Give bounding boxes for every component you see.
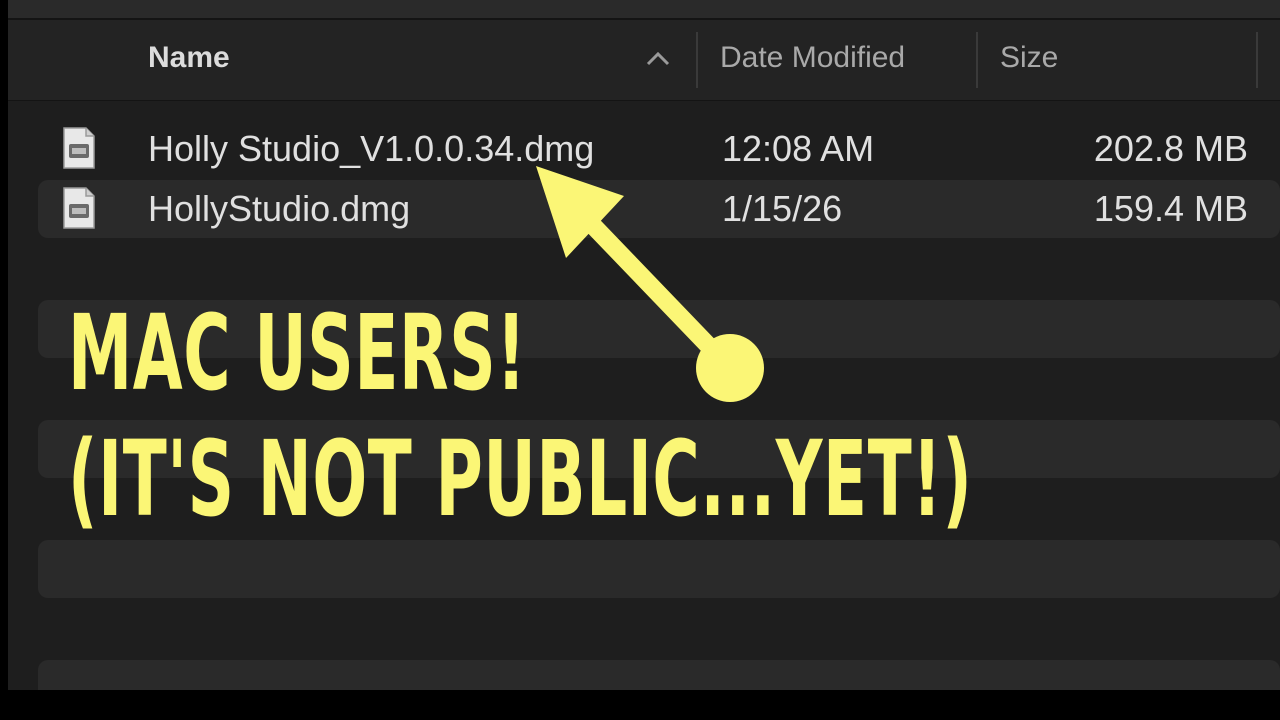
overlay-headline: MAC USERS! — [68, 292, 527, 414]
column-header-size[interactable]: Size — [1000, 20, 1058, 100]
empty-row — [38, 540, 1280, 598]
column-header-date-modified[interactable]: Date Modified — [720, 20, 905, 100]
empty-row — [38, 660, 1280, 690]
bottom-letterbox — [0, 690, 1280, 720]
column-divider[interactable] — [696, 32, 698, 88]
column-divider[interactable] — [976, 32, 978, 88]
column-header-name[interactable]: Name — [148, 20, 230, 100]
file-size: 202.8 MB — [1093, 128, 1248, 169]
chevron-up-icon[interactable] — [644, 46, 672, 70]
disk-image-icon — [63, 127, 95, 169]
file-name[interactable]: HollyStudio.dmg — [148, 180, 410, 238]
column-header-bar: Name Date Modified Size — [8, 20, 1280, 101]
disk-image-icon — [63, 187, 95, 229]
overlay-subheadline: (IT'S NOT PUBLIC...YET!) — [68, 418, 973, 540]
file-size: 159.4 MB — [1093, 188, 1248, 229]
column-divider[interactable] — [1256, 32, 1258, 88]
window-toolbar — [8, 0, 1280, 20]
